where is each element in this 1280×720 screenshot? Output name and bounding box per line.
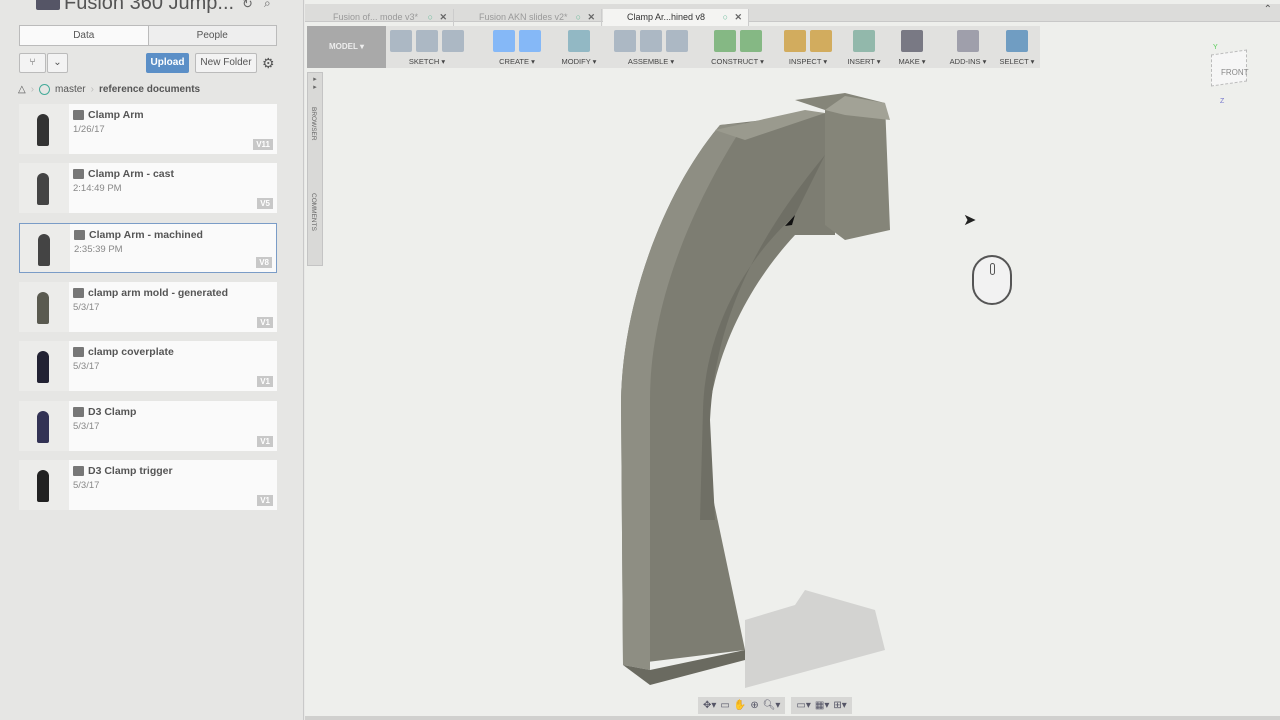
version-badge[interactable]: V5	[257, 198, 273, 210]
file-item[interactable]: Clamp Arm - machined 2:35:39 PM V8	[19, 222, 277, 273]
design-icon	[73, 287, 84, 298]
viewcube-front: FRONT	[1221, 68, 1249, 77]
breadcrumb-master[interactable]: master	[55, 84, 86, 95]
pan-icon[interactable]: ✋	[734, 700, 746, 711]
version-badge[interactable]: V1	[257, 494, 273, 506]
breadcrumb-folder[interactable]: reference documents	[99, 84, 200, 95]
design-icon	[73, 110, 84, 120]
file-name: Clamp Arm	[88, 109, 144, 121]
fit-icon[interactable]: 🔍︎▾	[763, 700, 781, 711]
model-viewport[interactable]	[305, 0, 1280, 720]
file-name: Clamp Arm - cast	[88, 168, 174, 181]
design-icon	[73, 465, 84, 476]
viewports-icon[interactable]: ⊞▾	[833, 700, 846, 711]
status-strip	[305, 716, 1280, 720]
model-shadow	[745, 590, 885, 688]
display-settings-icon[interactable]: ▭▾	[796, 700, 810, 711]
tab-people[interactable]: People	[149, 26, 277, 45]
file-name: D3 Clamp	[88, 405, 137, 418]
file-thumbnail	[29, 347, 59, 387]
breadcrumb: △ › master › reference documents	[18, 84, 201, 95]
file-item[interactable]: D3 Clamp trigger 5/3/17 V1	[19, 459, 277, 510]
file-thumbnail	[29, 110, 59, 150]
viewcube[interactable]: Y Z FRONT	[1205, 44, 1251, 105]
search-icon[interactable]: ⌕	[264, 0, 271, 11]
file-name: D3 Clamp trigger	[88, 464, 173, 477]
file-item[interactable]: Clamp Arm - cast 2:14:49 PM V5	[19, 163, 277, 214]
look-at-icon[interactable]: ▭	[720, 700, 729, 711]
file-thumbnail	[29, 169, 59, 209]
file-item[interactable]: D3 Clamp 5/3/17 V1	[19, 400, 277, 451]
file-item[interactable]: Clamp Arm 1/26/17 V11	[19, 104, 277, 154]
new-folder-button[interactable]: New Folder	[195, 53, 257, 73]
canvas-area: Fusion of... mode v3* ○ ✕ Fusion AKN slide…	[305, 0, 1280, 720]
grid-icon[interactable]: ▦▾	[815, 700, 829, 711]
version-badge[interactable]: V11	[253, 139, 273, 150]
panel-tabs: Data People	[19, 25, 277, 46]
file-name: clamp arm mold - generated	[88, 286, 229, 299]
version-badge[interactable]: V1	[257, 316, 273, 328]
version-badge[interactable]: V1	[257, 435, 273, 447]
file-thumbnail	[29, 466, 59, 506]
file-thumbnail	[30, 230, 60, 270]
file-thumbnail	[29, 407, 59, 447]
design-icon	[73, 406, 84, 417]
orbit-icon[interactable]: ✥▾	[703, 700, 716, 711]
upload-button[interactable]: Upload	[146, 53, 189, 73]
refresh-icon[interactable]: ↻	[242, 0, 253, 12]
design-icon	[73, 347, 84, 358]
file-date: 5/3/17	[73, 301, 100, 313]
tab-data[interactable]: Data	[20, 26, 149, 45]
file-date: 2:14:49 PM	[73, 183, 122, 195]
version-badge[interactable]: V1	[257, 376, 273, 388]
project-thumbnail	[36, 0, 60, 10]
mouse-icon	[972, 255, 1012, 305]
project-icon	[39, 84, 51, 95]
file-date: 1/26/17	[73, 124, 105, 135]
navigation-bar: ✥▾ ▭ ✋ ⊕ 🔍︎▾ ▭▾ ▦▾ ⊞▾	[698, 697, 880, 714]
branch-icon[interactable]: ⑂	[19, 53, 46, 73]
file-date: 5/3/17	[73, 420, 100, 432]
file-item[interactable]: clamp arm mold - generated 5/3/17 V1	[19, 281, 277, 332]
zoom-icon[interactable]: ⊕	[750, 700, 758, 711]
file-name: Clamp Arm - machined	[89, 228, 203, 241]
hub-icon[interactable]: △	[18, 84, 26, 95]
chevron-down-icon[interactable]: ⌄	[47, 53, 68, 73]
file-item[interactable]: clamp coverplate 5/3/17 V1	[19, 341, 277, 392]
project-title: Fusion 360 Jump...	[64, 0, 235, 14]
file-date: 5/3/17	[73, 479, 100, 491]
cursor-icon: ➤	[963, 212, 977, 229]
file-date: 2:35:39 PM	[74, 243, 123, 255]
design-icon	[74, 229, 85, 240]
file-name: clamp coverplate	[88, 346, 174, 359]
version-badge[interactable]: V8	[256, 256, 272, 268]
file-thumbnail	[29, 288, 59, 328]
design-icon	[73, 169, 84, 180]
file-date: 5/3/17	[73, 361, 100, 373]
gear-icon[interactable]: ⚙	[262, 55, 275, 72]
data-panel: Fusion 360 Jump... ↻ ⌕ Data People ⑂ ⌄ U…	[0, 0, 304, 720]
